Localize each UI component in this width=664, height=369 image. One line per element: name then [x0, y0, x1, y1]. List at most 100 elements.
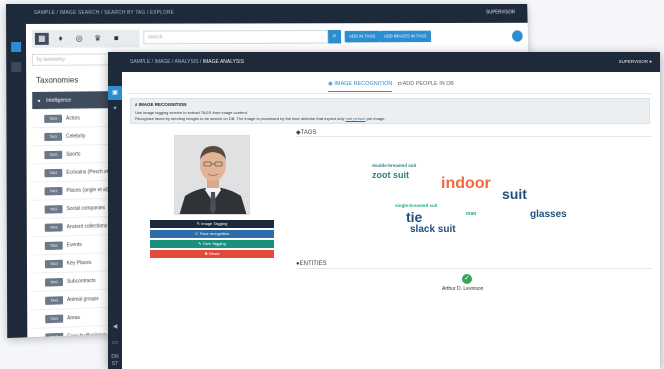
- breadcrumb-current: IMAGE ANALYSIS: [202, 59, 245, 65]
- taxonomy-label: Actors: [65, 115, 80, 122]
- taxonomy-label: Intelligence: [46, 97, 72, 104]
- logo-icon: DN ST: [111, 354, 119, 367]
- add-images-in-tags-button[interactable]: ADD IMAGES IN TAGS: [379, 30, 432, 43]
- taxonomy-item[interactable]: TAG Actors: [32, 108, 117, 129]
- sidebar: ▣ ✦ ◀ ▭ DN ST: [108, 72, 122, 369]
- trophy-icon[interactable]: ♛: [91, 33, 105, 45]
- tags-icon: ✎: [198, 241, 202, 246]
- tag-word: indoor: [441, 175, 491, 192]
- uploaded-photo: [174, 135, 250, 215]
- user-icon: ●: [649, 59, 652, 64]
- taxonomy-item[interactable]: TAG Sports: [32, 144, 118, 165]
- entities-heading: ●ENTITIES: [296, 261, 327, 267]
- back-user-label[interactable]: SUPERVISOR: [486, 10, 515, 16]
- tab-add-people[interactable]: ◘ ADD PEOPLE IN DB: [398, 78, 454, 92]
- tag-word: single-breasted suit: [395, 203, 438, 208]
- close-icon: ✖: [204, 251, 208, 256]
- taxonomy-label: Areas: [67, 314, 81, 322]
- taxonomy-item[interactable]: TAG Places (angle et al): [32, 180, 118, 201]
- taxonomies-title: Taxonomies: [36, 75, 79, 85]
- taxonomy-badge: TAG: [44, 114, 63, 123]
- back-topbar: SAMPLE / IMAGE SEARCH / SEARCH BY TAG / …: [6, 4, 528, 25]
- taxonomy-item[interactable]: TAG Face by Business owner: [33, 325, 121, 339]
- camera-icon: ◘: [398, 81, 402, 87]
- taxonomy-badge: TAG: [44, 223, 63, 232]
- taxonomy-label: Sports: [66, 151, 81, 158]
- user-menu[interactable]: SUPERVISOR ●: [619, 59, 652, 64]
- back-gear-icon[interactable]: [11, 61, 22, 73]
- tag-word: suit: [502, 186, 527, 202]
- reset-button[interactable]: ✖ Reset: [150, 250, 274, 258]
- shirt-icon[interactable]: ♦: [54, 33, 68, 45]
- tag-word: glasses: [530, 209, 567, 220]
- info-line-1: Use image tagging service to extract TAG…: [135, 110, 248, 115]
- image-tagging-button[interactable]: ✎ Image Tagging: [150, 220, 274, 228]
- tag-word: tie: [406, 209, 423, 225]
- taxonomy-badge: TAG: [44, 205, 63, 214]
- button-label: Reset: [209, 251, 220, 256]
- info-line-2-tail: per image.: [365, 116, 386, 121]
- taxonomy-badge: TAG: [45, 296, 64, 305]
- target-icon[interactable]: ◎: [72, 33, 86, 45]
- back-view-toolbar: ▦ ♦ ◎ ♛ ■: [31, 29, 140, 48]
- taxonomy-badge: TAG: [44, 186, 63, 196]
- gear-icon[interactable]: ✦: [108, 102, 122, 116]
- taxonomy-item[interactable]: TAG Celebrity: [32, 126, 118, 147]
- info-panel: ⌕ IMAGE RECOGNITION Use image tagging se…: [130, 98, 650, 124]
- breadcrumb: SAMPLE / IMAGE / ANALYSIS / IMAGE ANALYS…: [130, 59, 244, 65]
- add-in-tags-button[interactable]: ADD IN TAGS: [344, 30, 380, 43]
- face-icon: ☺: [194, 231, 199, 236]
- breadcrumb-path[interactable]: SAMPLE / IMAGE / ANALYSIS /: [130, 59, 203, 65]
- entities-divider: [296, 268, 652, 269]
- button-label: Face recognition: [199, 231, 230, 236]
- entity-name[interactable]: Arthur D. Levinson: [442, 286, 483, 292]
- taxonomy-item[interactable]: ■ Intelligence: [32, 91, 117, 111]
- back-search-button[interactable]: ⌕: [328, 29, 342, 44]
- button-label: Image Tagging: [201, 221, 228, 226]
- info-line-2: Recognize faces by sending images to be …: [135, 116, 386, 121]
- give-tagging-button[interactable]: ✎ Give Tagging: [150, 240, 274, 248]
- square-icon[interactable]: ■: [109, 33, 123, 45]
- tab-divider: [128, 93, 652, 94]
- back-home-icon[interactable]: [11, 41, 22, 53]
- taxonomy-badge: TAG: [44, 259, 63, 269]
- image-analysis-window: SAMPLE / IMAGE / ANALYSIS / IMAGE ANALYS…: [108, 52, 660, 369]
- grid-view-icon[interactable]: ▦: [34, 32, 49, 45]
- tab-label: IMAGE RECOGNITION: [334, 81, 393, 87]
- back-sidebar: [6, 23, 28, 339]
- tag-word: double-breasted suit: [372, 163, 417, 168]
- back-breadcrumb: SAMPLE / IMAGE SEARCH / SEARCH BY TAG / …: [33, 9, 174, 16]
- taxonomy-item[interactable]: TAG Social companies: [32, 198, 118, 219]
- taxonomy-badge: TAG: [44, 168, 63, 178]
- back-search-input[interactable]: search: [143, 29, 329, 45]
- topbar: SAMPLE / IMAGE / ANALYSIS / IMAGE ANALYS…: [108, 52, 660, 72]
- info-title-text: IMAGE RECOGNITION: [138, 102, 187, 107]
- face-recognition-button[interactable]: ☺ Face recognition: [150, 230, 274, 238]
- tab-label: ADD PEOPLE IN DB: [402, 81, 454, 87]
- tags-heading: ◆TAGS: [296, 129, 317, 136]
- tag-word: zoot suit: [372, 170, 409, 180]
- taxonomy-badge: TAG: [44, 132, 63, 142]
- home-icon[interactable]: ▣: [108, 86, 122, 100]
- monitor-icon[interactable]: ▭: [108, 336, 122, 350]
- taxonomy-item[interactable]: TAG Ancient collections: [32, 216, 118, 238]
- one-person-link[interactable]: one person: [346, 116, 366, 121]
- user-label[interactable]: SUPERVISOR: [619, 59, 648, 64]
- taxonomy-badge: TAG: [45, 314, 64, 324]
- taxonomy-label: Events: [66, 241, 82, 249]
- tag-icon: ✎: [196, 221, 201, 226]
- tab-image-recognition[interactable]: ◉ IMAGE RECOGNITION: [328, 78, 393, 92]
- info-line-2-text: Recognize faces by sending images to be …: [135, 116, 346, 121]
- taxonomy-item[interactable]: TAG Ecrivains (Pesch et al.): [32, 162, 118, 183]
- back-icon[interactable]: ◀: [108, 320, 122, 334]
- taxonomy-label: Animal groups: [66, 295, 99, 304]
- taxonomy-label: Social companies: [66, 205, 106, 213]
- taxonomy-badge: TAG: [44, 150, 63, 160]
- taxonomy-filter-input[interactable]: by taxonomy: [32, 53, 117, 66]
- tags-divider: [296, 136, 652, 137]
- taxonomy-label: Subcontracts: [66, 277, 96, 285]
- back-action-circle-icon[interactable]: [511, 30, 523, 42]
- taxonomy-label: Celebrity: [66, 133, 86, 140]
- eye-icon: ◉: [328, 81, 333, 87]
- taxonomy-label: Key Places: [66, 259, 92, 267]
